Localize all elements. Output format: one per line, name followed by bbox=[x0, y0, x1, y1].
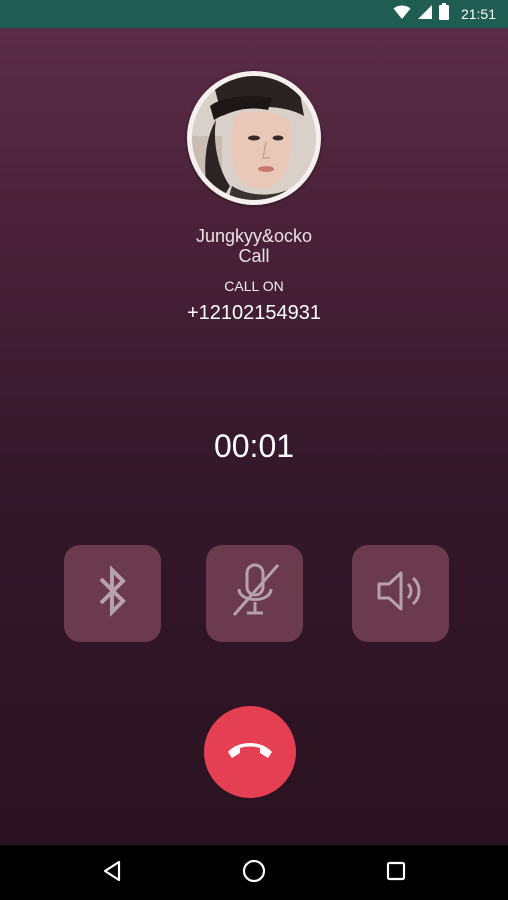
bluetooth-button[interactable] bbox=[64, 545, 161, 642]
speaker-button[interactable] bbox=[352, 545, 449, 642]
back-button[interactable] bbox=[96, 857, 128, 889]
call-label: Call bbox=[238, 246, 270, 266]
end-call-button[interactable] bbox=[204, 706, 296, 798]
caller-name: Jungkyy&ocko bbox=[195, 226, 313, 246]
speaker-icon bbox=[375, 567, 427, 620]
phone-hangup-icon bbox=[224, 738, 276, 767]
battery-icon bbox=[438, 3, 449, 25]
wifi-icon bbox=[393, 4, 411, 25]
recents-button[interactable] bbox=[380, 857, 412, 889]
status-bar: 21:51 bbox=[0, 0, 508, 28]
call-status: CALL ON bbox=[224, 278, 284, 294]
navigation-bar bbox=[0, 845, 508, 900]
mute-button[interactable] bbox=[206, 545, 303, 642]
call-timer: 00:01 bbox=[213, 428, 295, 464]
bluetooth-icon bbox=[93, 563, 133, 624]
call-area: Jungkyy&ocko Call CALL ON +12102154931 0… bbox=[0, 28, 508, 845]
home-button[interactable] bbox=[238, 857, 270, 889]
contact-photo bbox=[192, 76, 316, 200]
mic-off-icon bbox=[226, 559, 284, 628]
cell-signal-icon bbox=[417, 4, 433, 25]
status-time: 21:51 bbox=[460, 6, 496, 22]
status-icons: 21:51 bbox=[393, 3, 496, 25]
recents-icon bbox=[384, 859, 408, 888]
phone-number: +12102154931 bbox=[186, 302, 322, 324]
avatar bbox=[187, 71, 321, 205]
home-icon bbox=[241, 858, 267, 889]
back-icon bbox=[100, 859, 124, 888]
call-screen: 21:51 Jungkyy&ocko Call CALL ON +1210215… bbox=[0, 0, 508, 900]
